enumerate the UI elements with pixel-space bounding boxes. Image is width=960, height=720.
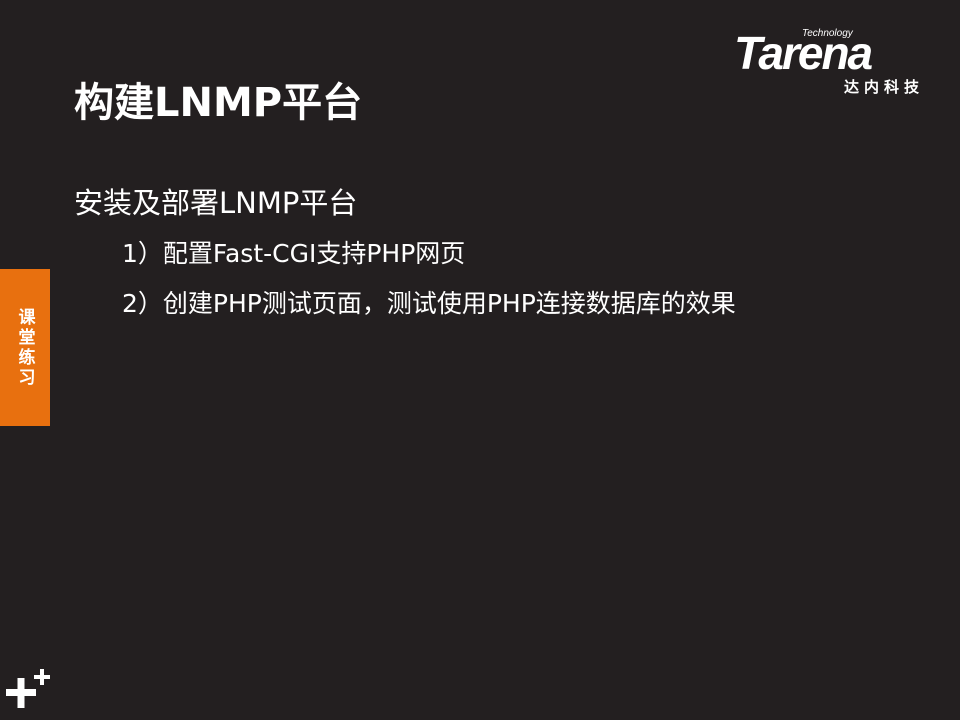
logo-chinese-text: 达内科技 (843, 78, 924, 96)
plus-mark-icon (6, 669, 50, 708)
slide: 构建LNMP平台 Technology Tarena 达内科技 课堂练习 安装及… (0, 0, 960, 720)
content-heading: 安装及部署LNMP平台 (74, 186, 358, 220)
side-tab: 课堂练习 (0, 269, 50, 426)
content-item-1: 1）配置Fast-CGI支持PHP网页 (122, 239, 466, 268)
tarena-logo: Technology Tarena 达内科技 (734, 28, 926, 98)
logo-wordmark: Tarena (734, 27, 873, 79)
side-tab-label: 课堂练习 (14, 307, 35, 388)
content-item-2: 2）创建PHP测试页面，测试使用PHP连接数据库的效果 (122, 289, 736, 318)
slide-title: 构建LNMP平台 (74, 80, 363, 126)
